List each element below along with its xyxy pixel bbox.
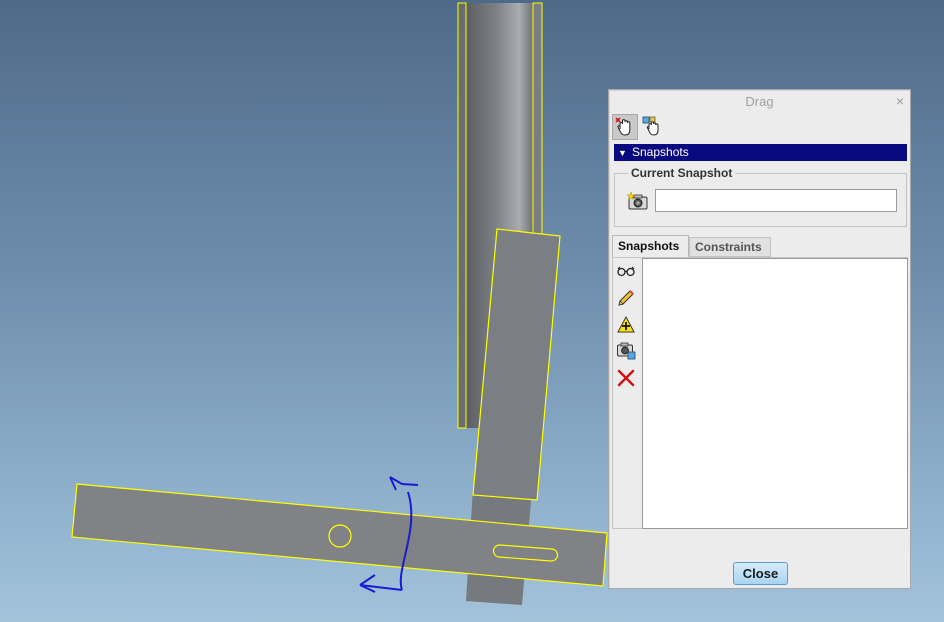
current-snapshot-label: Current Snapshot (628, 166, 736, 180)
snapshot-name-input[interactable] (655, 189, 897, 212)
tab-constraints[interactable]: Constraints (689, 237, 771, 257)
edit-snapshot-icon (618, 290, 634, 306)
add-snapshot-icon (617, 315, 635, 333)
tab-snapshots[interactable]: Snapshots (612, 235, 689, 259)
edit-snapshot-button[interactable] (616, 288, 636, 308)
dialog-close-icon[interactable]: × (896, 93, 904, 109)
drag-component-icon (642, 116, 659, 136)
take-snapshot-button[interactable] (626, 191, 649, 216)
drag-dialog: Drag × ▼ Snapshots Current Snapshot Snaps… (608, 89, 911, 589)
delete-snapshot-button[interactable] (616, 368, 636, 388)
drag-hand-button[interactable] (612, 114, 638, 140)
view-snapshot-button[interactable] (616, 261, 636, 281)
bar-pin-hole (328, 524, 352, 548)
dialog-title: Drag (745, 94, 774, 109)
camera-snapshot-button[interactable] (616, 340, 636, 360)
collapse-triangle-icon: ▼ (618, 148, 627, 158)
view-snapshot-icon (617, 266, 635, 277)
add-snapshot-button[interactable] (616, 315, 636, 335)
snapshot-list[interactable] (642, 258, 908, 529)
camera-snapshot-icon (617, 342, 636, 360)
drag-component-button[interactable] (640, 114, 666, 140)
delete-snapshot-icon (617, 369, 635, 387)
drag-hand-icon (615, 117, 631, 136)
section-header-label: Snapshots (632, 145, 689, 159)
camera-sparkle-icon (626, 191, 648, 210)
snapshots-section-header[interactable]: ▼ Snapshots (614, 144, 907, 161)
close-button[interactable]: Close (733, 562, 788, 585)
